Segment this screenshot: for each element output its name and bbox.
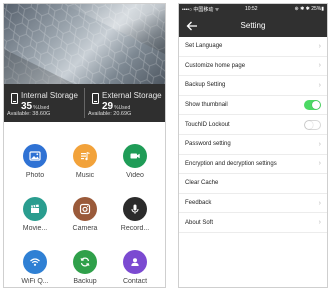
- chevron-right-icon: ›: [318, 81, 321, 89]
- app-label: Photo: [25, 172, 45, 179]
- setting-label: Encryption and decryption settings: [185, 160, 277, 167]
- clapperboard-icon: [23, 197, 47, 221]
- chevron-right-icon: ›: [318, 219, 321, 227]
- setting-label: Backup Setting: [185, 82, 226, 89]
- app-contact[interactable]: Contact: [110, 250, 160, 287]
- video-icon: [123, 144, 147, 168]
- setting-feedback[interactable]: Feedback ›: [179, 194, 327, 214]
- app-backup[interactable]: Backup: [60, 250, 110, 287]
- setting-password[interactable]: Password setting ›: [179, 135, 327, 155]
- photo-icon: [23, 144, 47, 168]
- app-label: Contact: [122, 278, 148, 285]
- show-thumbnail-toggle[interactable]: [304, 100, 321, 111]
- status-time: 10:52: [245, 6, 258, 12]
- app-label: Movie...: [22, 225, 48, 232]
- app-grid: Photo Music Video Movie... Camera Record…: [4, 132, 165, 287]
- app-video[interactable]: Video: [110, 144, 160, 192]
- drive-storage-icon: [92, 93, 99, 104]
- app-label: Record...: [120, 225, 150, 232]
- app-photo[interactable]: Photo: [10, 144, 60, 192]
- internal-storage-label: Internal Storage: [21, 91, 78, 100]
- storage-summary-bar: Internal Storage 35%Used Available: 38.6…: [4, 84, 165, 122]
- app-label: Backup: [73, 278, 97, 285]
- touchid-lockout-toggle[interactable]: [304, 119, 321, 130]
- toggle-knob: [305, 120, 313, 129]
- app-music[interactable]: Music: [60, 144, 110, 192]
- app-label: Camera: [72, 225, 98, 232]
- external-storage-label: External Storage: [102, 91, 162, 100]
- app-label: Video: [126, 172, 144, 179]
- status-bar: ••••○ 中国移动 ᯤ 10:52 ⊕ ✱ ✱ 25%▮: [179, 4, 327, 14]
- carrier-signal: ••••○ 中国移动 ᯤ: [182, 7, 220, 13]
- page-title: Setting: [240, 21, 266, 30]
- chevron-right-icon: ›: [318, 140, 321, 148]
- setting-label: Clear Cache: [185, 180, 219, 187]
- setting-backup[interactable]: Backup Setting ›: [179, 76, 327, 96]
- setting-label: Customize home page: [185, 62, 246, 69]
- setting-touchid-lockout: TouchID Lockout: [179, 115, 327, 135]
- setting-label: Set Language: [185, 43, 223, 50]
- setting-about-soft[interactable]: About Soft ›: [179, 213, 327, 233]
- setting-label: Password setting: [185, 141, 231, 148]
- storage-home-screen: Internal Storage 35%Used Available: 38.6…: [3, 3, 166, 288]
- camera-icon: [73, 197, 97, 221]
- setting-customize-home-page[interactable]: Customize home page ›: [179, 57, 327, 77]
- settings-screen: ••••○ 中国移动 ᯤ 10:52 ⊕ ✱ ✱ 25%▮ Setting Se…: [178, 3, 328, 288]
- microphone-icon: [123, 197, 147, 221]
- setting-set-language[interactable]: Set Language ›: [179, 37, 327, 57]
- app-label: WiFi Q...: [21, 278, 49, 285]
- chevron-right-icon: ›: [318, 160, 321, 168]
- contact-icon: [123, 250, 147, 274]
- app-wifi[interactable]: WiFi Q...: [10, 250, 60, 287]
- external-storage-panel[interactable]: External Storage 29%Used Available: 20.6…: [85, 88, 165, 118]
- sync-icon: [73, 250, 97, 274]
- chevron-right-icon: ›: [318, 199, 321, 207]
- external-storage-available: Available: 20.69G: [88, 111, 132, 117]
- internal-storage-panel[interactable]: Internal Storage 35%Used Available: 38.6…: [4, 88, 84, 118]
- hero-banner-image: [4, 4, 165, 84]
- setting-label: About Soft: [185, 219, 214, 226]
- toggle-knob: [312, 101, 320, 110]
- app-movie[interactable]: Movie...: [10, 197, 60, 245]
- setting-label: Feedback: [185, 200, 212, 207]
- chevron-right-icon: ›: [318, 42, 321, 50]
- settings-header: Setting: [179, 14, 327, 37]
- internal-storage-available: Available: 38.60G: [7, 111, 51, 117]
- chevron-right-icon: ›: [318, 62, 321, 70]
- status-indicators: ⊕ ✱ ✱ 25%▮: [294, 6, 325, 12]
- setting-label: TouchID Lockout: [185, 121, 230, 128]
- setting-encryption[interactable]: Encryption and decryption settings ›: [179, 155, 327, 175]
- app-camera[interactable]: Camera: [60, 197, 110, 245]
- settings-list: Set Language › Customize home page › Bac…: [179, 37, 327, 233]
- app-record[interactable]: Record...: [110, 197, 160, 245]
- phone-storage-icon: [11, 93, 18, 104]
- music-icon: [73, 144, 97, 168]
- setting-show-thumbnail: Show thumbnail: [179, 96, 327, 116]
- setting-label: Show thumbnail: [185, 102, 228, 109]
- setting-clear-cache[interactable]: Clear Cache: [179, 174, 327, 194]
- wifi-icon: [23, 250, 47, 274]
- app-label: Music: [75, 172, 95, 179]
